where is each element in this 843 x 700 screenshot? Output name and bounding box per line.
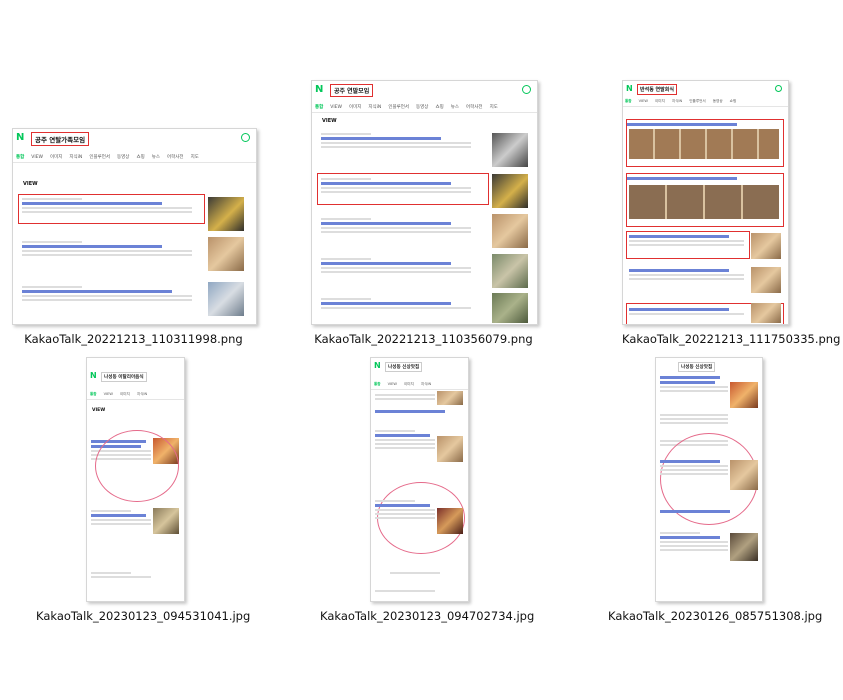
result-thumbnail	[492, 174, 528, 208]
result-thumbnail	[208, 282, 244, 316]
result-thumbnail	[751, 303, 781, 323]
search-query-box: 공주 연말모임	[330, 84, 374, 97]
naver-logo-icon: N	[90, 371, 97, 380]
file-name: KakaoTalk_20221213_110311998.png	[24, 332, 243, 346]
result-thumbnail	[492, 133, 528, 167]
search-tabs: 통합 VIEW 이미지 지식iN	[371, 382, 468, 390]
result-thumbnail	[437, 436, 463, 462]
search-tabs: 통합 VIEW 이미지 지식iN 인플루언서 동영상 쇼핑 뉴스 어학사전 지도	[312, 104, 537, 113]
search-query-box: 공주 연탈가족모임	[31, 132, 90, 146]
thumbnail-image: N 반석동 연말회식 통합 VIEW 이미지 지식iN 인플루언서 동영상 쇼핑	[622, 80, 789, 325]
result-thumbnail	[208, 197, 244, 231]
result-thumbnail	[208, 237, 244, 271]
search-query-box: 나성동 신상맛집	[678, 362, 716, 372]
thumbnail-image: N 나성동 이탈리아음식 통합 VIEW 이미지 지식iN VIEW	[86, 357, 185, 602]
file-name: KakaoTalk_20230123_094531041.jpg	[36, 609, 251, 623]
thumbnail-image: 나성동 신상맛집	[655, 357, 763, 602]
naver-logo-icon: N	[315, 84, 324, 95]
naver-logo-icon: N	[16, 132, 25, 143]
result-thumbnail	[492, 254, 528, 288]
file-name: KakaoTalk_20230123_094702734.jpg	[320, 609, 535, 623]
search-query-box: 나성동 신상맛집	[385, 362, 423, 372]
result-thumbnail	[730, 460, 758, 490]
view-section-label: VIEW	[322, 118, 337, 124]
naver-logo-icon: N	[374, 361, 381, 370]
file-explorer-thumbnail-view: { "files": [ {"name": "KakaoTalk_2022121…	[0, 0, 843, 700]
search-query-box: 나성동 이탈리아음식	[101, 372, 147, 382]
naver-logo-icon: N	[626, 84, 633, 93]
search-icon	[241, 133, 250, 142]
result-thumbnail	[751, 233, 781, 259]
thumbnail-image: N 공주 연말모임 통합 VIEW 이미지 지식iN 인플루언서 동영상 쇼핑 뉴스 어학사전 지…	[311, 80, 538, 325]
search-tabs: 통합 VIEW 이미지 지식iN 인플루언서 동영상 쇼핑 뉴스 어학사전 지도	[13, 154, 256, 163]
search-query-box: 반석동 연말회식	[637, 84, 677, 95]
result-thumbnail	[730, 533, 758, 561]
result-thumbnail	[629, 129, 779, 159]
result-thumbnail	[437, 508, 463, 534]
file-name: KakaoTalk_20230126_085751308.jpg	[608, 609, 823, 623]
result-thumbnail	[492, 293, 528, 323]
thumbnail-image: N 공주 연탈가족모임 통합 VIEW 이미지 지식iN 인플루언서 동영상 쇼핑 뉴스 어학사…	[12, 128, 257, 325]
result-thumbnail	[437, 391, 463, 405]
search-icon	[522, 85, 531, 94]
result-thumbnail	[492, 214, 528, 248]
search-tabs: 통합 VIEW 이미지 지식iN 인플루언서 동영상 쇼핑	[623, 99, 788, 107]
view-section-label: VIEW	[92, 408, 106, 413]
result-thumbnail	[629, 185, 779, 219]
thumbnail-image: N 나성동 신상맛집 통합 VIEW 이미지 지식iN	[370, 357, 469, 602]
search-icon	[775, 85, 782, 92]
file-name: KakaoTalk_20221213_111750335.png	[622, 332, 841, 346]
view-section-label: VIEW	[23, 181, 38, 187]
result-thumbnail	[153, 508, 179, 534]
file-name: KakaoTalk_20221213_110356079.png	[314, 332, 533, 346]
result-thumbnail	[751, 267, 781, 293]
search-tabs: 통합 VIEW 이미지 지식iN	[87, 392, 184, 400]
result-thumbnail	[730, 382, 758, 408]
hand-drawn-circle	[95, 430, 179, 502]
